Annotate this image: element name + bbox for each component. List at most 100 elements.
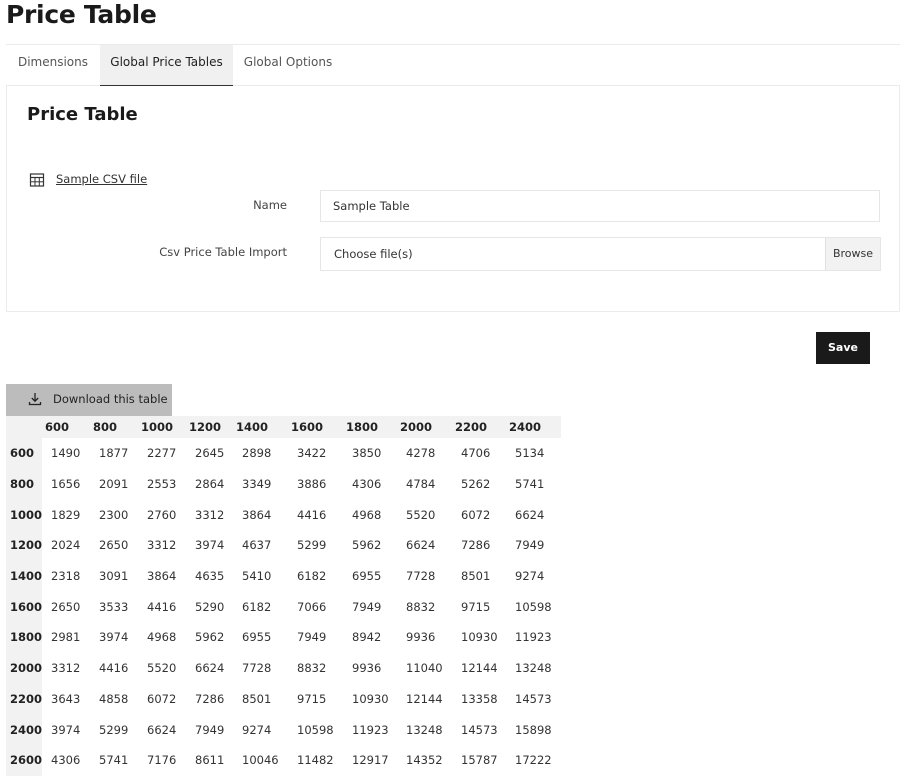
price-cell: 13358 xyxy=(461,691,498,706)
row-header: 1200 xyxy=(6,530,43,561)
price-cell: 11923 xyxy=(352,722,389,737)
price-cell: 8942 xyxy=(352,630,382,645)
name-label: Name xyxy=(253,198,287,212)
row-header: 800 xyxy=(6,468,43,500)
price-cell: 9936 xyxy=(406,630,436,645)
price-cell: 3312 xyxy=(147,538,177,553)
price-cell: 6955 xyxy=(242,630,272,645)
price-cell: 7066 xyxy=(297,599,327,614)
price-cell: 12144 xyxy=(461,661,498,676)
price-cell: 14573 xyxy=(461,722,498,737)
price-cell: 11482 xyxy=(297,753,334,768)
row-header: 2200 xyxy=(6,683,43,715)
price-cell: 2091 xyxy=(99,477,129,492)
price-cell: 4416 xyxy=(99,661,129,676)
price-cell: 2277 xyxy=(147,446,177,461)
tab-bar: Dimensions Global Price Tables Global Op… xyxy=(6,44,900,87)
price-cell: 5962 xyxy=(352,538,382,553)
price-cell: 3974 xyxy=(99,630,129,645)
tab-global-options[interactable]: Global Options xyxy=(233,45,343,85)
price-cell: 7949 xyxy=(352,599,382,614)
page-title: Price Table xyxy=(6,0,157,29)
price-cell: 4706 xyxy=(461,446,491,461)
price-cell: 5741 xyxy=(515,477,545,492)
price-cell: 6072 xyxy=(147,691,177,706)
tab-dimensions[interactable]: Dimensions xyxy=(6,45,100,85)
price-cell: 5134 xyxy=(515,446,545,461)
sample-csv-link[interactable]: Sample CSV file xyxy=(56,172,147,186)
download-icon xyxy=(28,393,42,406)
table-row: 2600 4306 5741 7176 8611 10046 11482 12917 14352… xyxy=(6,744,561,776)
price-cell: 3886 xyxy=(297,477,327,492)
column-header: 2400 xyxy=(506,416,562,438)
price-cell: 5262 xyxy=(461,477,491,492)
price-cell: 8832 xyxy=(406,599,436,614)
download-label: Download this table xyxy=(53,392,168,406)
price-cell: 13248 xyxy=(515,661,552,676)
price-cell: 10598 xyxy=(515,599,552,614)
table-row: 1600 2650 3533 4416 5290 6182 7066 7949 8832 9715… xyxy=(6,591,561,623)
price-cell: 3091 xyxy=(99,569,129,584)
file-placeholder: Choose file(s) xyxy=(334,247,413,261)
column-header: 1000 xyxy=(138,416,187,438)
price-cell: 7949 xyxy=(515,538,545,553)
price-cell: 14573 xyxy=(515,691,552,706)
price-cell: 13248 xyxy=(406,722,443,737)
column-header: 600 xyxy=(42,416,91,438)
row-header: 1000 xyxy=(6,499,43,531)
price-cell: 2645 xyxy=(195,446,225,461)
price-cell: 7949 xyxy=(297,630,327,645)
row-header: 600 xyxy=(6,438,43,469)
price-cell: 7949 xyxy=(195,722,225,737)
table-row: 600 1490 1877 2277 2645 2898 3422 3850 4278 4706 5… xyxy=(6,438,561,469)
column-header: 1400 xyxy=(233,416,289,438)
price-cell: 1877 xyxy=(99,446,129,461)
price-cell: 9274 xyxy=(515,569,545,584)
table-row: 2400 3974 5299 6624 7949 9274 10598 11923 13248 1… xyxy=(6,714,561,745)
corner-cell xyxy=(6,416,43,438)
price-cell: 2650 xyxy=(51,599,81,614)
price-cell: 11040 xyxy=(406,661,443,676)
price-cell: 10046 xyxy=(242,753,279,768)
price-cell: 2553 xyxy=(147,477,177,492)
price-cell: 2318 xyxy=(51,569,81,584)
price-cell: 6182 xyxy=(297,569,327,584)
price-cell: 4416 xyxy=(147,599,177,614)
price-cell: 4968 xyxy=(352,507,382,522)
table-row: 1200 2024 2650 3312 3974 4637 5299 5962 6624 7286… xyxy=(6,530,561,561)
price-cell: 3864 xyxy=(147,569,177,584)
browse-button[interactable]: Browse xyxy=(825,238,880,270)
row-header: 2600 xyxy=(6,744,43,776)
price-cell: 4858 xyxy=(99,691,129,706)
price-grid: 600 800 1000 1200 1400 1600 1800 2000 2200 2400 6… xyxy=(6,416,562,776)
price-cell: 3850 xyxy=(352,446,382,461)
csv-file-input[interactable]: Choose file(s) Browse xyxy=(320,237,881,271)
price-cell: 4416 xyxy=(297,507,327,522)
price-cell: 3974 xyxy=(195,538,225,553)
table-row: 800 1656 2091 2553 2864 3349 3886 4306 4784 5262 5… xyxy=(6,468,561,500)
price-cell: 5410 xyxy=(242,569,272,584)
download-table-button[interactable]: Download this table xyxy=(6,384,172,416)
table-row: 1000 1829 2300 2760 3312 3864 4416 4968 5520 6072… xyxy=(6,499,561,531)
price-cell: 15898 xyxy=(515,722,552,737)
name-input[interactable] xyxy=(320,190,880,222)
tab-global-price-tables[interactable]: Global Price Tables xyxy=(100,45,233,87)
price-cell: 12144 xyxy=(406,691,443,706)
price-cell: 4278 xyxy=(406,446,436,461)
price-cell: 6182 xyxy=(242,599,272,614)
price-header-row: 600 800 1000 1200 1400 1600 1800 2000 2200 2400 xyxy=(6,416,562,438)
price-cell: 2864 xyxy=(195,477,225,492)
price-cell: 4306 xyxy=(352,477,382,492)
price-cell: 5299 xyxy=(297,538,327,553)
price-cell: 1829 xyxy=(51,507,81,522)
price-cell: 6624 xyxy=(406,538,436,553)
price-cell: 2981 xyxy=(51,630,81,645)
price-cell: 5290 xyxy=(195,599,225,614)
price-cell: 8501 xyxy=(461,569,491,584)
price-cell: 6955 xyxy=(352,569,382,584)
save-button[interactable]: Save xyxy=(816,332,870,364)
price-cell: 9715 xyxy=(461,599,491,614)
column-header: 1800 xyxy=(343,416,398,438)
price-cell: 14352 xyxy=(406,753,443,768)
price-cell: 3312 xyxy=(195,507,225,522)
